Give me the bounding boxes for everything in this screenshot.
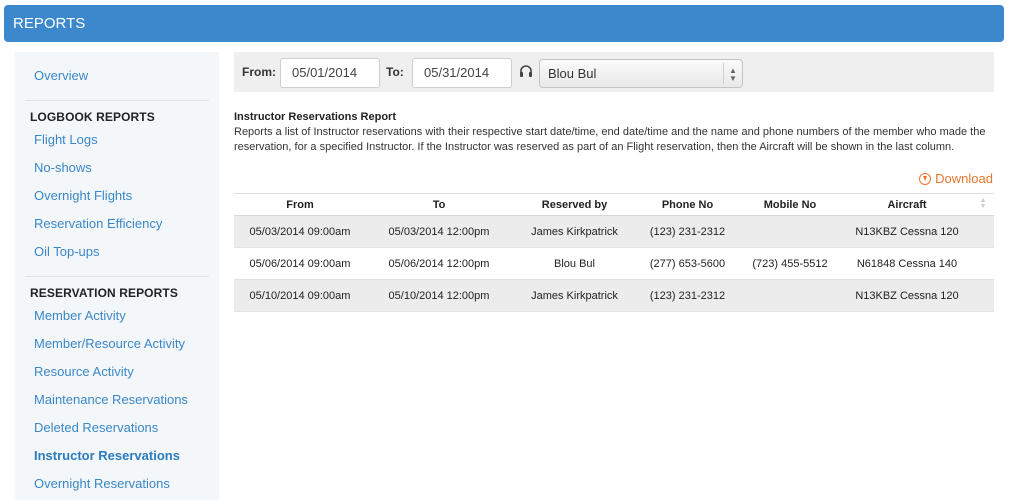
from-label: From: [242,65,276,79]
section-heading-reservation: RESERVATION REPORTS [30,286,178,300]
cell-mobile: (723) 455-5512 [752,257,828,270]
cell-reserved-by: James Kirkpatrick [531,225,618,238]
sidebar: Overview LOGBOOK REPORTS Flight Logs No-… [15,52,219,500]
sidebar-item-reservation-efficiency[interactable]: Reservation Efficiency [34,216,162,231]
column-header-aircraft[interactable]: Aircraft [842,199,972,211]
table-row: 05/06/2014 09:00am 05/06/2014 12:00pm Bl… [234,248,994,280]
cell-to: 05/10/2014 12:00pm [388,289,490,302]
cell-from: 05/06/2014 09:00am [249,257,351,270]
cell-from: 05/03/2014 09:00am [249,225,351,238]
cell-to: 05/03/2014 12:00pm [388,225,490,238]
instructor-select-value: Blou Bul [548,66,597,81]
download-circle-icon [919,172,932,185]
table-row: 05/10/2014 09:00am 05/10/2014 12:00pm Ja… [234,280,994,312]
download-label: Download [935,171,993,186]
instructor-select[interactable]: Blou Bul ▲ ▼ [539,59,743,88]
report-description: Reports a list of Instructor reservation… [234,126,986,153]
page-header: REPORTS [4,5,1004,42]
cell-aircraft: N13KBZ Cessna 120 [855,225,959,238]
sidebar-item-member-activity[interactable]: Member Activity [34,308,126,323]
to-date-input[interactable]: 05/31/2014 [412,58,512,88]
reservations-table: From To Reserved by Phone No Mobile No A… [234,193,994,312]
sidebar-item-overview[interactable]: Overview [34,68,88,83]
section-heading-logbook: LOGBOOK REPORTS [30,110,155,124]
filter-bar: From: 05/01/2014 To: 05/31/2014 Blou Bul… [234,52,994,92]
cell-phone: (277) 653-5600 [649,257,726,270]
cell-to: 05/06/2014 12:00pm [388,257,490,270]
column-header-from[interactable]: From [234,199,366,211]
cell-phone: (123) 231-2312 [649,289,726,302]
column-header-to[interactable]: To [366,199,512,211]
sidebar-item-resource-activity[interactable]: Resource Activity [34,364,134,379]
sidebar-item-oil-top-ups[interactable]: Oil Top-ups [34,244,100,259]
cell-aircraft: N61848 Cessna 140 [856,257,958,270]
report-title: Instructor Reservations Report [234,111,396,123]
sidebar-item-deleted-reservations[interactable]: Deleted Reservations [34,420,158,435]
table-header-row: From To Reserved by Phone No Mobile No A… [234,194,994,216]
cell-reserved-by: Blou Bul [554,257,595,270]
cell-phone: (123) 231-2312 [649,225,726,238]
column-header-phone[interactable]: Phone No [637,199,738,211]
sidebar-divider [25,276,209,277]
select-separator [723,63,724,84]
sidebar-item-overnight-flights[interactable]: Overnight Flights [34,188,132,203]
cell-aircraft: N13KBZ Cessna 120 [855,289,959,302]
download-button[interactable]: Download [919,171,993,186]
column-header-reserved-by[interactable]: Reserved by [512,199,637,211]
sidebar-item-flight-logs[interactable]: Flight Logs [34,132,98,147]
sort-icon[interactable]: ▲ ▼ [980,197,987,210]
sidebar-item-instructor-reservations[interactable]: Instructor Reservations [34,448,180,463]
cell-reserved-by: James Kirkpatrick [531,289,618,302]
sidebar-item-no-shows[interactable]: No-shows [34,160,92,175]
column-header-mobile[interactable]: Mobile No [738,199,842,211]
sidebar-divider [25,100,209,101]
select-arrows-icon: ▲ ▼ [729,66,737,83]
table-row: 05/03/2014 09:00am 05/03/2014 12:00pm Ja… [234,216,994,248]
page-title: REPORTS [13,15,86,32]
from-date-input[interactable]: 05/01/2014 [280,58,380,88]
sidebar-item-member-resource-activity[interactable]: Member/Resource Activity [34,336,185,351]
to-label: To: [386,65,404,79]
cell-from: 05/10/2014 09:00am [249,289,351,302]
headset-icon [520,65,532,77]
sidebar-item-maintenance-reservations[interactable]: Maintenance Reservations [34,392,188,407]
sidebar-item-overnight-reservations[interactable]: Overnight Reservations [34,476,170,491]
